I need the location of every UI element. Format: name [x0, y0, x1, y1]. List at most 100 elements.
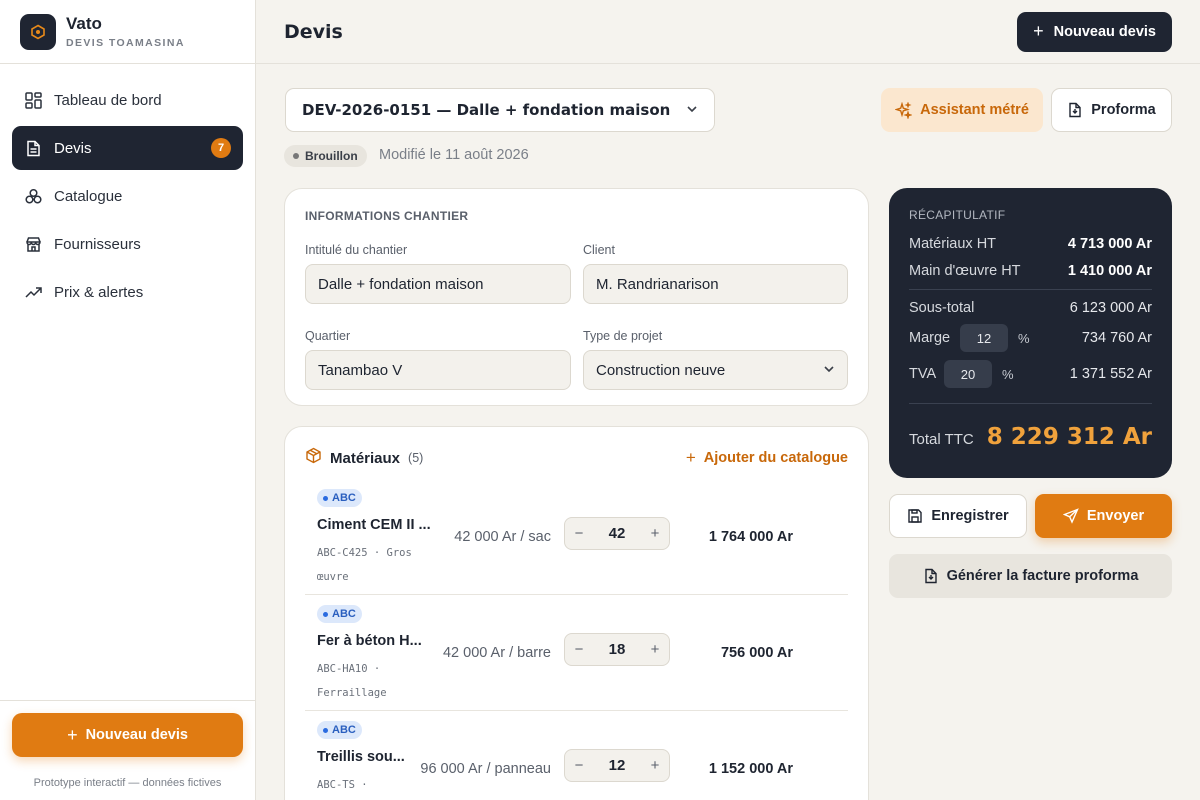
recap-value: 1 410 000 Ar	[1067, 263, 1152, 279]
supplier-badge: ABC	[317, 489, 362, 507]
sidebar-new-devis-button[interactable]: + Nouveau devis	[12, 713, 243, 757]
devis-select[interactable]: DEV-2026-0151 — Dalle + fondation maison	[285, 88, 715, 132]
sparkles-icon	[895, 101, 913, 119]
recap-value: 734 760 Ar	[1081, 330, 1152, 346]
recap-value: 6 123 000 Ar	[1069, 300, 1152, 316]
material-row: ABC Fer à béton H... ABC-HA10 · Ferraill…	[305, 595, 848, 711]
generate-proforma-label: Générer la facture proforma	[946, 568, 1139, 584]
quantity-stepper[interactable]: − 42 +	[564, 517, 670, 550]
recap-main-oeuvre-row: Main d'œuvre HT 1 410 000 Ar	[909, 263, 1152, 279]
chevron-down-icon	[823, 362, 835, 379]
add-from-catalog-label: Ajouter du catalogue	[703, 450, 848, 466]
marge-percent-input[interactable]: 12	[960, 324, 1008, 352]
header-new-devis-label: Nouveau devis	[1053, 23, 1156, 40]
sidebar-nav: Tableau de bord Devis 7 Catalogue Fourni…	[0, 64, 255, 332]
intitule-field[interactable]: Dalle + fondation maison	[305, 264, 571, 304]
materiaux-title: Matériaux	[330, 449, 401, 467]
badge-dot-icon	[323, 727, 328, 733]
increment-button[interactable]: +	[641, 757, 669, 774]
percent-sign: %	[1002, 366, 1014, 382]
brand-name: Vato	[66, 14, 102, 33]
chevron-down-icon	[686, 101, 698, 119]
price-unit: / sac	[520, 529, 551, 545]
sidebar-item-dashboard[interactable]: Tableau de bord	[12, 78, 243, 122]
badge-dot-icon	[323, 495, 328, 501]
add-from-catalog-button[interactable]: + Ajouter du catalogue	[686, 448, 848, 468]
supplier-badge-label: ABC	[332, 492, 356, 504]
brand-subtitle: DEVIS TOAMASINA	[66, 37, 185, 49]
badge-dot-icon	[323, 611, 328, 617]
recap-divider	[909, 289, 1152, 290]
trending-up-icon	[24, 283, 42, 301]
decrement-button[interactable]: −	[565, 525, 593, 542]
sidebar-item-fournisseurs[interactable]: Fournisseurs	[12, 222, 243, 266]
plus-icon: +	[1033, 21, 1044, 41]
field-label: Quartier	[305, 329, 351, 343]
proforma-button[interactable]: Proforma	[1051, 88, 1172, 132]
recap-value: 1 371 552 Ar	[1069, 366, 1152, 382]
material-unit-price: 42 000 Ar / barre	[443, 645, 551, 661]
status-dot-icon	[293, 153, 299, 159]
save-button[interactable]: Enregistrer	[889, 494, 1027, 538]
price-unit: / barre	[509, 645, 551, 661]
sidebar-item-prix-alertes[interactable]: Prix & alertes	[12, 270, 243, 314]
info-chantier-card: INFORMATIONS CHANTIER Intitulé du chanti…	[284, 188, 869, 406]
quantity-value[interactable]: 12	[593, 757, 641, 774]
header-new-devis-button[interactable]: + Nouveau devis	[1017, 11, 1172, 52]
supplier-badge-label: ABC	[332, 608, 356, 620]
decrement-button[interactable]: −	[565, 757, 593, 774]
quantity-value[interactable]: 18	[593, 641, 641, 658]
total-label: Total TTC	[909, 431, 974, 448]
field-value: Tanambao V	[318, 361, 403, 379]
page-title: Devis	[284, 20, 343, 43]
materiaux-list: ABC Ciment CEM II ... ABC-C425 · Gros œu…	[305, 479, 848, 800]
tva-percent-input[interactable]: 20	[944, 360, 992, 388]
sidebar: Vato DEVIS TOAMASINA Tableau de bord Dev…	[0, 0, 256, 800]
sidebar-item-devis[interactable]: Devis 7	[12, 126, 243, 170]
material-name: Ciment CEM II ...	[317, 517, 431, 533]
price-value: 42 000 Ar	[454, 529, 517, 545]
supplier-badge: ABC	[317, 721, 362, 739]
quantity-value[interactable]: 42	[593, 525, 641, 542]
quantity-stepper[interactable]: − 18 +	[564, 633, 670, 666]
field-value: M. Randrianarison	[596, 275, 719, 293]
quartier-field[interactable]: Tanambao V	[305, 350, 571, 390]
sidebar-item-catalogue[interactable]: Catalogue	[12, 174, 243, 218]
recap-label: Marge	[909, 330, 951, 346]
sidebar-new-devis-label: Nouveau devis	[85, 727, 188, 743]
quantity-stepper[interactable]: − 12 +	[564, 749, 670, 782]
store-icon	[24, 235, 42, 253]
material-unit-price: 42 000 Ar / sac	[454, 529, 551, 545]
brand: Vato DEVIS TOAMASINA	[0, 0, 255, 64]
brand-logo-icon	[20, 13, 56, 50]
increment-button[interactable]: +	[641, 525, 669, 542]
supplier-badge-label: ABC	[332, 724, 356, 736]
type-projet-select[interactable]: Construction neuve	[583, 350, 848, 390]
dashboard-icon	[24, 91, 42, 109]
file-export-icon	[1067, 102, 1083, 118]
recap-value: 4 713 000 Ar	[1067, 236, 1152, 252]
devis-count-badge: 7	[211, 138, 231, 158]
recap-label: TVA	[909, 366, 937, 382]
material-code: ABC-C425 · Gros œuvre	[317, 547, 412, 583]
client-field[interactable]: M. Randrianarison	[583, 264, 848, 304]
materiaux-count: (5)	[408, 451, 424, 465]
field-value: Dalle + fondation maison	[318, 275, 484, 293]
box-icon	[305, 447, 322, 469]
send-label: Envoyer	[1086, 508, 1145, 524]
price-value: 42 000 Ar	[442, 645, 506, 661]
generate-proforma-button[interactable]: Générer la facture proforma	[889, 554, 1172, 598]
material-total: 1 764 000 Ar	[708, 529, 793, 545]
recap-label: Sous-total	[909, 300, 975, 316]
recap-materiaux-row: Matériaux HT 4 713 000 Ar	[909, 236, 1152, 252]
sidebar-item-label: Tableau de bord	[54, 91, 162, 109]
save-label: Enregistrer	[931, 508, 1009, 524]
decrement-button[interactable]: −	[565, 641, 593, 658]
supplier-badge: ABC	[317, 605, 362, 623]
send-button[interactable]: Envoyer	[1035, 494, 1172, 538]
price-value: 96 000 Ar	[420, 761, 483, 777]
increment-button[interactable]: +	[641, 641, 669, 658]
proforma-label: Proforma	[1091, 102, 1156, 118]
assistant-metre-button[interactable]: Assistant métré	[881, 88, 1043, 132]
recap-title: RÉCAPITULATIF	[909, 208, 1006, 222]
